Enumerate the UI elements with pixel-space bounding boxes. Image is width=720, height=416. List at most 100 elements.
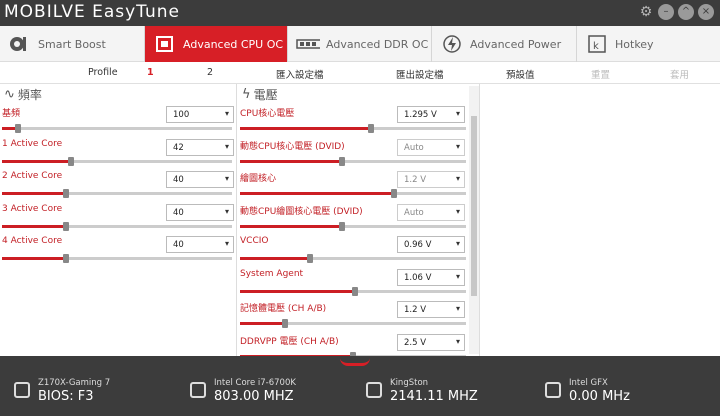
tab-advanced-cpu-oc[interactable]: Advanced CPU OC	[145, 26, 288, 62]
slider-thumb[interactable]	[368, 124, 375, 133]
slider-thumb[interactable]	[63, 254, 70, 263]
apply-button[interactable]: 套用	[670, 67, 689, 81]
voltage-row: 繪圖核心 1.2 V	[240, 169, 470, 201]
value-dropdown[interactable]: 1.2 V	[397, 171, 465, 188]
setting-label: 記憶體電壓 (CH A/B)	[240, 304, 327, 314]
value-slider[interactable]	[240, 156, 466, 166]
power-icon	[440, 34, 464, 54]
voltage-icon: ϟ	[242, 87, 251, 102]
voltage-title: 電壓	[253, 88, 278, 102]
voltage-row: 動態CPU核心電壓 (DVID) Auto	[240, 137, 470, 169]
value-dropdown[interactable]: 2.5 V	[397, 333, 465, 351]
setting-label: CPU核心電壓	[240, 109, 295, 119]
value-slider[interactable]	[2, 156, 232, 166]
value-slider[interactable]	[240, 221, 466, 231]
value-slider[interactable]	[240, 286, 466, 296]
import-profile-button[interactable]: 匯入設定檔	[276, 67, 324, 81]
value-dropdown[interactable]: 40	[166, 203, 234, 221]
tab-label: Advanced Power	[470, 37, 562, 51]
value-dropdown[interactable]: 40	[166, 171, 234, 188]
frequency-row: 2 Active Core 40	[2, 169, 236, 201]
slider-fill	[2, 192, 67, 195]
slider-thumb[interactable]	[15, 124, 22, 133]
value-dropdown[interactable]: 1.295 V	[397, 106, 465, 123]
slider-fill	[240, 192, 394, 195]
value-dropdown[interactable]: Auto	[397, 203, 465, 221]
voltage-scrollbar[interactable]	[469, 86, 479, 354]
footer-item: Intel GFX 0.00 MHz	[545, 378, 630, 404]
slider-thumb[interactable]	[63, 221, 70, 231]
frequency-row: 基頻 100	[2, 104, 236, 136]
setting-label: DDRVPP 電壓 (CH A/B)	[240, 336, 339, 347]
frequency-row: 3 Active Core 40	[2, 202, 236, 234]
reset-button[interactable]: 重置	[591, 67, 610, 81]
tab-advanced-power[interactable]: Advanced Power	[432, 26, 577, 62]
voltage-row: DDRVPP 電壓 (CH A/B) 2.5 V	[240, 332, 470, 356]
value-dropdown[interactable]: 0.96 V	[397, 236, 465, 253]
profile-1-button[interactable]: 1	[147, 67, 154, 78]
gear-icon[interactable]: ⚙	[638, 4, 654, 20]
slider-fill	[2, 159, 71, 163]
setting-label: VCCIO	[240, 236, 269, 246]
minimize-icon[interactable]: –	[658, 4, 674, 20]
footer-item-value: 0.00 MHz	[569, 389, 630, 404]
setting-label: 3 Active Core	[2, 203, 63, 214]
setting-label: 繪圖核心	[240, 174, 277, 184]
tab-hotkey[interactable]: k Hotkey	[577, 26, 720, 62]
default-button[interactable]: 預設值	[506, 67, 535, 81]
tab-advanced-ddr-oc[interactable]: Advanced DDR OC	[288, 26, 432, 62]
value-dropdown[interactable]: Auto	[397, 138, 465, 156]
app-logo: MOBILVE EasyTune	[4, 2, 180, 22]
footer-item-name: KingSton	[390, 378, 429, 388]
value-dropdown[interactable]: 100	[166, 106, 234, 123]
slider-thumb[interactable]	[68, 156, 74, 166]
svg-text:k: k	[593, 41, 599, 52]
value-slider[interactable]	[2, 124, 232, 133]
setting-label: 2 Active Core	[2, 171, 63, 181]
value-slider[interactable]	[240, 254, 466, 263]
footer-toggle[interactable]	[340, 358, 370, 366]
slider-thumb[interactable]	[338, 156, 345, 166]
slider-thumb[interactable]	[63, 189, 70, 198]
tab-label: Smart Boost	[38, 37, 106, 51]
value-dropdown[interactable]: 40	[166, 236, 234, 253]
slider-fill	[240, 257, 311, 260]
slider-thumb[interactable]	[338, 221, 345, 231]
footer-item-name: Intel Core i7-6700K	[214, 378, 296, 388]
voltage-row: 動態CPU繪圖核心電壓 (DVID) Auto	[240, 202, 470, 234]
value-slider[interactable]	[2, 221, 232, 231]
gpu-icon	[545, 382, 561, 398]
slider-thumb[interactable]	[390, 189, 397, 198]
value-slider[interactable]	[240, 124, 466, 133]
footer-item: Intel Core i7-6700K 803.00 MHZ	[190, 378, 296, 404]
value-dropdown[interactable]: 1.2 V	[397, 301, 465, 318]
ddr-icon	[296, 34, 320, 54]
value-dropdown[interactable]: 1.06 V	[397, 268, 465, 286]
slider-thumb[interactable]	[352, 286, 359, 296]
export-profile-button[interactable]: 匯出設定檔	[396, 67, 444, 81]
frequency-title: 頻率	[17, 88, 42, 102]
footer-item-name: Z170X-Gaming 7	[38, 378, 111, 388]
tab-smart-boost[interactable]: Smart Boost	[0, 26, 145, 62]
tab-label: Advanced CPU OC	[183, 37, 284, 51]
slider-fill	[240, 127, 372, 130]
slider-fill	[2, 224, 67, 228]
setting-label: System Agent	[240, 268, 304, 279]
voltage-row: VCCIO 0.96 V	[240, 234, 470, 266]
slider-fill	[240, 159, 342, 163]
setting-label: 4 Active Core	[2, 236, 63, 246]
value-slider[interactable]	[240, 319, 466, 328]
cpu-chip-icon	[190, 382, 206, 398]
value-slider[interactable]	[240, 189, 466, 198]
value-dropdown[interactable]: 42	[166, 138, 234, 156]
value-slider[interactable]	[2, 189, 232, 198]
profile-2-button[interactable]: 2	[207, 67, 213, 78]
slider-fill	[240, 224, 342, 228]
frequency-panel: ∿ 頻率 基頻 100 1 Active Core 42 2 Active Core 40…	[0, 84, 237, 356]
value-slider[interactable]	[2, 254, 232, 263]
slider-thumb[interactable]	[282, 319, 289, 328]
maximize-icon[interactable]: ^	[678, 4, 694, 20]
slider-thumb[interactable]	[307, 254, 314, 263]
close-icon[interactable]: ×	[698, 4, 714, 20]
tab-label: Advanced DDR OC	[326, 37, 429, 51]
